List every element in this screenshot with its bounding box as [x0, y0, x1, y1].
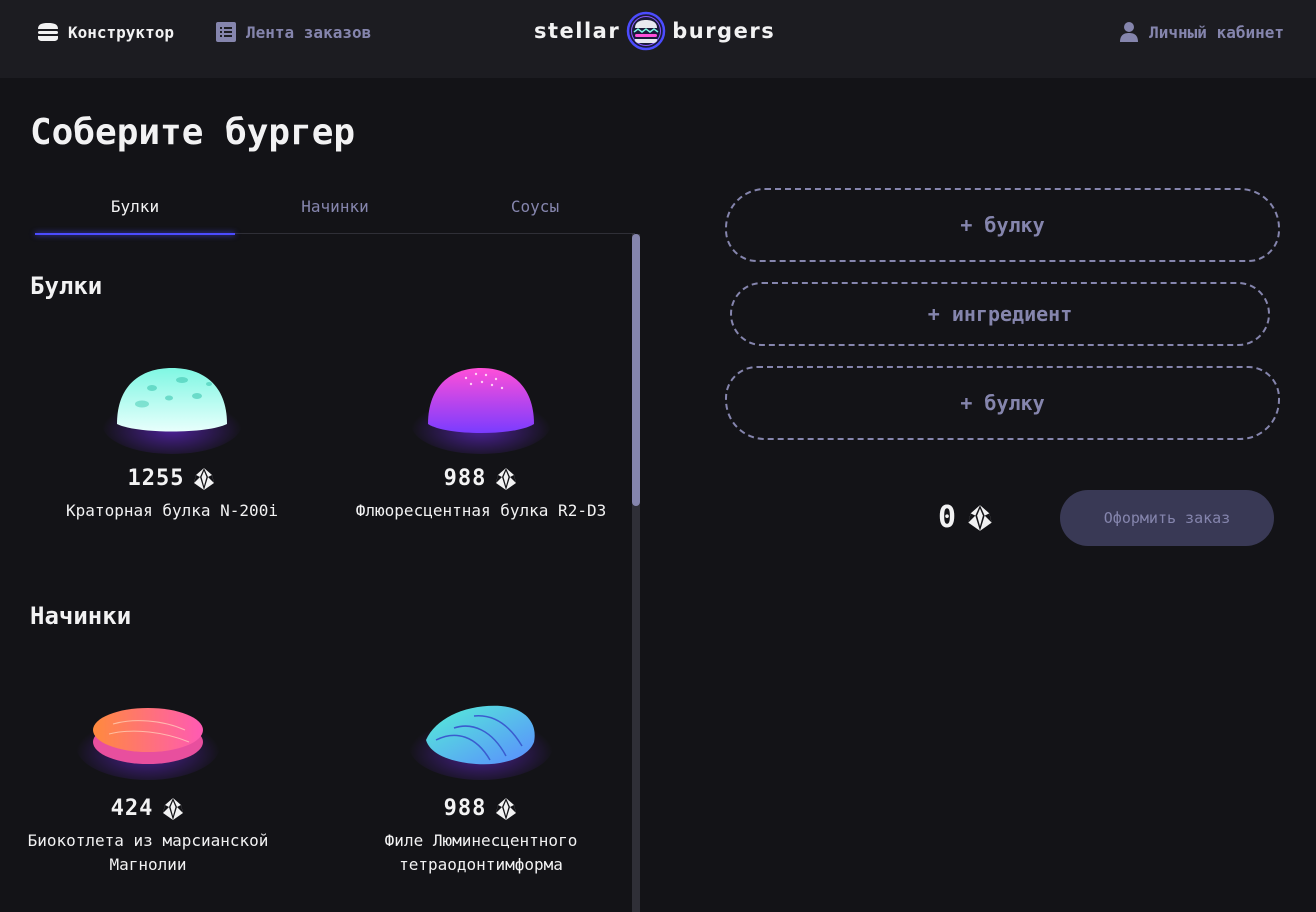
ingredient-card[interactable]: 424 Биокотлета из марсианской Магнолии	[12, 684, 284, 877]
price-value: 424	[110, 796, 154, 821]
ingredient-dropzone[interactable]: + ингредиент	[730, 282, 1270, 346]
price-value: 988	[443, 466, 487, 491]
nav-order-feed-label: Лента заказов	[246, 22, 372, 42]
bio-cutlet-icon	[76, 708, 220, 780]
ingredient-card[interactable]: 988 Филе Люминесцентного тетраодонтимфор…	[345, 684, 617, 877]
currency-icon	[161, 797, 185, 821]
order-total-value: 0	[938, 500, 957, 535]
currency-icon	[966, 504, 994, 532]
nav-account[interactable]: Личный кабинет	[1117, 18, 1284, 46]
nav-constructor[interactable]: Конструктор	[36, 18, 174, 46]
price-value: 1255	[127, 466, 185, 491]
page-title: Соберите бургер	[30, 112, 356, 153]
order-total: 0	[938, 500, 994, 535]
profile-icon	[1120, 22, 1139, 42]
currency-icon	[192, 467, 216, 491]
currency-icon	[494, 797, 518, 821]
price: 1255	[36, 466, 308, 491]
price: 988	[345, 796, 617, 821]
logo-text-left: stellar	[534, 19, 621, 43]
scrollbar-thumb[interactable]	[632, 234, 640, 506]
crater-bun-icon	[102, 368, 242, 454]
tab-buns[interactable]: Булки	[35, 190, 235, 235]
price: 424	[12, 796, 284, 821]
currency-icon	[494, 467, 518, 491]
ingredient-name: Краторная булка N-200i	[66, 501, 278, 520]
logo-text-right: burgers	[672, 19, 776, 43]
ingredient-name: Биокотлета из марсианской Магнолии	[27, 831, 269, 874]
logo[interactable]: stellar burgers	[534, 10, 775, 52]
section-title-fillings: Начинки	[30, 602, 132, 630]
ingredient-name: Флюоресцентная булка R2-D3	[355, 501, 607, 520]
price-value: 988	[443, 796, 487, 821]
bun-top-dropzone[interactable]: + булку	[725, 188, 1280, 262]
app-header: Конструктор Лента заказов stellar burger…	[0, 0, 1316, 78]
burger-icon	[38, 23, 58, 41]
list-icon	[216, 22, 236, 42]
ingredient-tabs: Булки Начинки Соусы	[35, 190, 635, 235]
tab-fillings[interactable]: Начинки	[235, 190, 435, 234]
burger-emblem-icon	[626, 11, 666, 51]
nav-constructor-label: Конструктор	[68, 22, 174, 42]
price: 988	[345, 466, 617, 491]
ingredient-name: Филе Люминесцентного тетраодонтимформа	[384, 831, 578, 874]
place-order-button[interactable]: Оформить заказ	[1060, 490, 1274, 546]
ingredient-card[interactable]: 1255 Краторная булка N-200i	[36, 354, 308, 523]
fluorescent-bun-icon	[411, 368, 551, 454]
luminescent-fillet-icon	[409, 705, 553, 780]
ingredient-card[interactable]: 988 Флюоресцентная булка R2-D3	[345, 354, 617, 523]
nav-order-feed[interactable]: Лента заказов	[214, 18, 371, 46]
bun-bottom-dropzone[interactable]: + булку	[725, 366, 1280, 440]
tab-sauces[interactable]: Соусы	[435, 190, 635, 234]
nav-account-label: Личный кабинет	[1149, 22, 1284, 42]
section-title-buns: Булки	[30, 272, 103, 300]
